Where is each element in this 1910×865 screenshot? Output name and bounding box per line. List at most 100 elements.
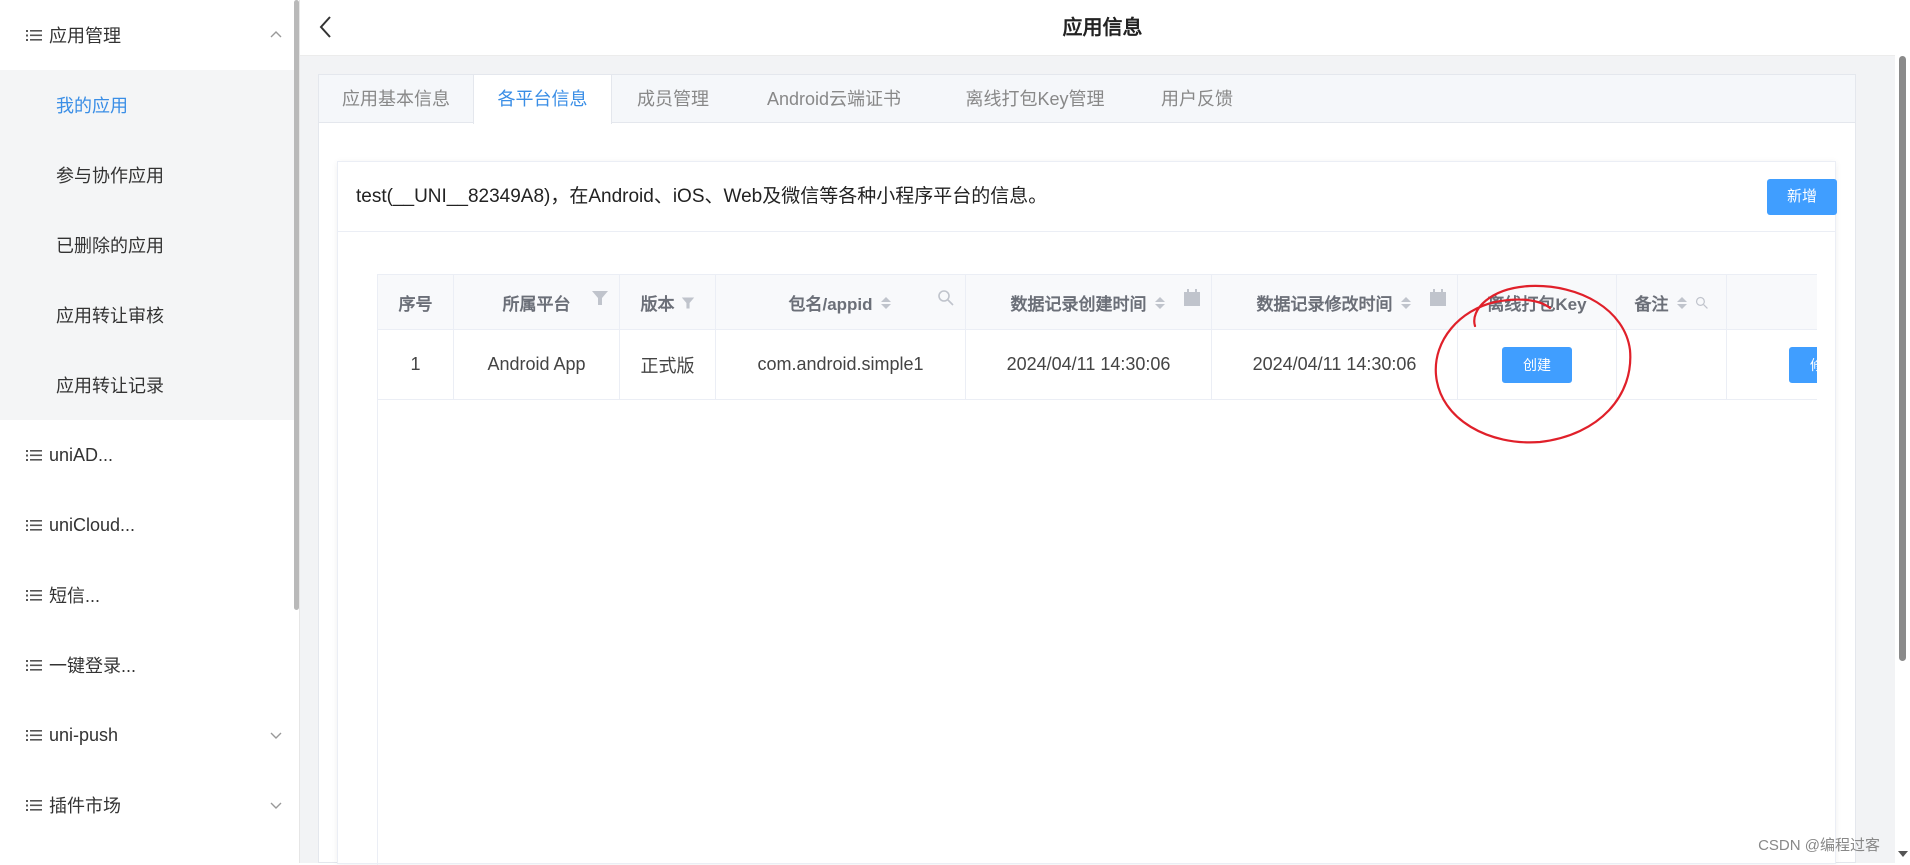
search-icon[interactable] (1695, 295, 1709, 311)
tab-offline-key[interactable]: 离线打包Key管理 (934, 75, 1136, 124)
sidebar-group-label: 短信... (49, 582, 100, 608)
sidebar-group-label: uniAD... (49, 445, 113, 466)
sidebar-group-label: 应用管理 (49, 22, 121, 48)
column-header-actions (1727, 275, 1817, 330)
sidebar-item-label: 应用转让记录 (56, 372, 164, 398)
tab-label: Android云端证书 (767, 89, 901, 109)
cell-platform: Android App (454, 330, 620, 399)
sidebar-item-transfer-records[interactable]: 应用转让记录 (0, 350, 295, 420)
calendar-icon[interactable] (1429, 289, 1447, 307)
sort-icon[interactable] (1675, 295, 1689, 311)
platform-table: 序号 所属平台 版本 包名/appid 数据记 (377, 274, 1817, 865)
sidebar-group-unicloud[interactable]: uniCloud... (0, 490, 295, 560)
card-header: test(__UNI__82349A8)，在Android、iOS、Web及微信… (338, 162, 1835, 232)
sidebar-item-my-apps[interactable]: 我的应用 (0, 70, 295, 140)
tab-label: 应用基本信息 (342, 89, 450, 109)
cell-offline-key: 创建 (1458, 330, 1617, 399)
page-title: 应用信息 (300, 0, 1905, 56)
back-arrow-icon[interactable] (316, 14, 338, 40)
tab-android-cert[interactable]: Android云端证书 (734, 75, 934, 124)
tab-label: 各平台信息 (498, 89, 588, 109)
cell-actions: 修改 (1727, 330, 1817, 399)
sort-icon[interactable] (1153, 295, 1167, 311)
column-label: 离线打包Key (1487, 290, 1586, 315)
sort-icon[interactable] (879, 295, 893, 311)
sidebar-group-label: uniCloud... (49, 515, 135, 536)
tab-label: 成员管理 (637, 89, 709, 109)
tab-label: 离线打包Key管理 (965, 89, 1104, 109)
filter-icon[interactable] (681, 295, 695, 311)
tab-label: 用户反馈 (1161, 89, 1233, 109)
sidebar-item-collab-apps[interactable]: 参与协作应用 (0, 140, 295, 210)
tab-platform-info[interactable]: 各平台信息 (473, 75, 612, 124)
tabs-bar: 应用基本信息 各平台信息 成员管理 Android云端证书 离线打包Key管理 … (319, 75, 1855, 123)
sidebar-group-label: uni-push (49, 725, 118, 746)
sidebar-item-transfer-review[interactable]: 应用转让审核 (0, 280, 295, 350)
tabs-card: 应用基本信息 各平台信息 成员管理 Android云端证书 离线打包Key管理 … (318, 74, 1856, 863)
chevron-down-icon (269, 798, 283, 812)
column-label: 序号 (399, 290, 433, 315)
column-header-modified-time: 数据记录修改时间 (1212, 275, 1458, 330)
header: 应用信息 (300, 0, 1900, 56)
scroll-down-arrow-icon[interactable] (1898, 851, 1908, 857)
column-header-version: 版本 (620, 275, 716, 330)
edit-button[interactable]: 修改 (1789, 347, 1817, 383)
sidebar-item-label: 应用转让审核 (56, 302, 164, 328)
sidebar-group-label: 一键登录... (49, 652, 136, 678)
main-content: 应用基本信息 各平台信息 成员管理 Android云端证书 离线打包Key管理 … (300, 56, 1895, 863)
column-header-offline-key: 离线打包Key (1458, 275, 1617, 330)
table-row: 1 Android App 正式版 com.android.simple1 20… (378, 330, 1817, 400)
chevron-down-icon (269, 728, 283, 742)
cell-package: com.android.simple1 (716, 330, 966, 399)
watermark: CSDN @编程过客 (1758, 834, 1880, 855)
add-button[interactable]: 新增 (1767, 179, 1837, 215)
sidebar: 应用管理 我的应用 参与协作应用 已删除的应用 应用转让审核 应用转让记录 un… (0, 0, 295, 863)
column-label: 所属平台 (503, 290, 571, 315)
sidebar-submenu: 我的应用 参与协作应用 已删除的应用 应用转让审核 应用转让记录 (0, 70, 295, 420)
cell-remark (1617, 330, 1727, 399)
list-icon (26, 449, 42, 462)
sidebar-group-plugin-market[interactable]: 插件市场 (0, 770, 295, 840)
scrollbar-thumb[interactable] (1899, 56, 1906, 661)
sidebar-group-sms[interactable]: 短信... (0, 560, 295, 630)
cell-modified-time: 2024/04/11 14:30:06 (1212, 330, 1458, 399)
column-header-platform: 所属平台 (454, 275, 620, 330)
cell-index: 1 (378, 330, 454, 399)
chevron-up-icon (269, 28, 283, 42)
column-header-index: 序号 (378, 275, 454, 330)
sidebar-group-app-management[interactable]: 应用管理 (0, 0, 295, 70)
column-header-remark: 备注 (1617, 275, 1727, 330)
sidebar-item-deleted-apps[interactable]: 已删除的应用 (0, 210, 295, 280)
sidebar-item-label: 已删除的应用 (56, 232, 164, 258)
column-header-created-time: 数据记录创建时间 (966, 275, 1212, 330)
list-icon (26, 589, 42, 602)
filter-icon[interactable] (591, 289, 609, 307)
app-info-text: test(__UNI__82349A8)，在Android、iOS、Web及微信… (356, 162, 1047, 232)
cell-created-time: 2024/04/11 14:30:06 (966, 330, 1212, 399)
page-scrollbar[interactable] (1895, 0, 1910, 863)
tab-member-management[interactable]: 成员管理 (612, 75, 734, 124)
table-header: 序号 所属平台 版本 包名/appid 数据记 (378, 274, 1817, 330)
sort-icon[interactable] (1399, 295, 1413, 311)
column-label: 包名/appid (788, 290, 872, 315)
tab-user-feedback[interactable]: 用户反馈 (1136, 75, 1258, 124)
sidebar-group-uniad[interactable]: uniAD... (0, 420, 295, 490)
search-icon[interactable] (937, 289, 955, 307)
calendar-icon[interactable] (1183, 289, 1201, 307)
sidebar-group-one-click-login[interactable]: 一键登录... (0, 630, 295, 700)
column-header-package: 包名/appid (716, 275, 966, 330)
list-icon (26, 519, 42, 532)
sidebar-item-label: 参与协作应用 (56, 162, 164, 188)
sidebar-group-uni-push[interactable]: uni-push (0, 700, 295, 770)
create-key-button[interactable]: 创建 (1502, 347, 1572, 383)
list-icon (26, 29, 42, 42)
tab-basic-info[interactable]: 应用基本信息 (319, 75, 473, 124)
column-label: 版本 (641, 290, 675, 315)
sidebar-item-label: 我的应用 (56, 92, 128, 118)
list-icon (26, 659, 42, 672)
cell-version: 正式版 (620, 330, 716, 399)
list-icon (26, 799, 42, 812)
column-label: 数据记录修改时间 (1257, 290, 1393, 315)
sidebar-group-label: 插件市场 (49, 792, 121, 818)
column-label: 备注 (1635, 290, 1669, 315)
